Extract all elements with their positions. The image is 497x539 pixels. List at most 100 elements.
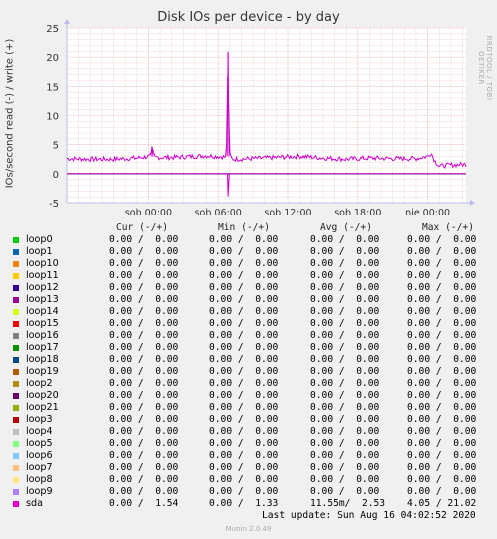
legend-swatch	[13, 273, 19, 279]
y-tick-label: 15	[46, 82, 59, 93]
legend-name: loop13	[26, 294, 59, 305]
x-tick-label: sob 18:00	[334, 208, 381, 215]
legend-row: loop7 0.00 / 0.00 0.00 / 0.00 0.00 / 0.00 0.…	[10, 462, 490, 474]
legend-max: 0.00 / 0.00	[407, 462, 477, 473]
legend-swatch	[13, 369, 19, 375]
legend-max: 0.00 / 0.00	[407, 246, 477, 257]
legend-max: 0.00 / 0.00	[407, 330, 477, 341]
legend-max: 0.00 / 0.00	[407, 414, 477, 425]
legend-swatch	[13, 453, 19, 459]
legend-avg: 0.00 / 0.00	[310, 246, 380, 257]
legend-min: 0.00 / 0.00	[209, 306, 279, 317]
legend-name: loop15	[26, 318, 59, 329]
legend-cur: 0.00 / 0.00	[109, 246, 179, 257]
y-axis-label: IOs/second read (-) / write (+)	[4, 38, 16, 189]
x-tick-label: nie 00:00	[405, 208, 450, 215]
legend-row: loop20 0.00 / 0.00 0.00 / 0.00 0.00 / 0.00 0…	[10, 390, 490, 402]
legend-name: loop3	[26, 414, 53, 425]
legend-cur: 0.00 / 0.00	[109, 294, 179, 305]
legend-cur: 0.00 / 0.00	[109, 234, 179, 245]
legend-min: 0.00 / 0.00	[209, 366, 279, 377]
legend-swatch	[13, 501, 19, 507]
legend-cur: 0.00 / 0.00	[109, 330, 179, 341]
legend-max: 0.00 / 0.00	[407, 450, 477, 461]
legend-max: 0.00 / 0.00	[407, 402, 477, 413]
legend-max: 0.00 / 0.00	[407, 306, 477, 317]
legend-min: 0.00 / 0.00	[209, 234, 279, 245]
last-update: Last update: Sun Aug 16 04:02:52 2020	[262, 510, 476, 521]
legend-name: loop9	[26, 486, 53, 497]
legend-name: loop10	[26, 258, 59, 269]
legend-cur: 0.00 / 0.00	[109, 414, 179, 425]
header-min: Min (-/+)	[218, 222, 270, 233]
legend-cur: 0.00 / 0.00	[109, 378, 179, 389]
legend-max: 0.00 / 0.00	[407, 426, 477, 437]
legend-swatch	[13, 429, 19, 435]
chart-title: Disk IOs per device - by day	[157, 10, 340, 25]
legend-max: 0.00 / 0.00	[407, 474, 477, 485]
legend-max: 0.00 / 0.00	[407, 354, 477, 365]
legend-avg: 0.00 / 0.00	[310, 354, 380, 365]
x-tick-label: sob 00:00	[125, 208, 172, 215]
legend-min: 0.00 / 0.00	[209, 282, 279, 293]
legend-row: sda 0.00 / 1.54 0.00 / 1.33 11.55m/ 2.53 4.0…	[10, 498, 490, 510]
legend-max: 0.00 / 0.00	[407, 258, 477, 269]
legend-name: loop4	[26, 426, 53, 437]
legend-min: 0.00 / 0.00	[209, 474, 279, 485]
legend-min: 0.00 / 0.00	[209, 378, 279, 389]
legend-row: loop16 0.00 / 0.00 0.00 / 0.00 0.00 / 0.00 0…	[10, 330, 490, 342]
legend-cur: 0.00 / 0.00	[109, 474, 179, 485]
legend-max: 4.05 / 21.02	[407, 498, 477, 509]
legend-swatch	[13, 309, 19, 315]
legend-cur: 0.00 / 0.00	[109, 282, 179, 293]
legend-min: 0.00 / 1.33	[209, 498, 279, 509]
legend-row: loop19 0.00 / 0.00 0.00 / 0.00 0.00 / 0.00 0…	[10, 366, 490, 378]
legend-row: loop6 0.00 / 0.00 0.00 / 0.00 0.00 / 0.00 0.…	[10, 450, 490, 462]
legend-swatch	[13, 405, 19, 411]
x-axis-ticks: sob 00:00 sob 06:00 sob 12:00 sob 18:00 nie …	[125, 208, 450, 215]
header-avg: Avg (-/+)	[320, 222, 372, 233]
legend-name: loop16	[26, 330, 59, 341]
legend-row: loop4 0.00 / 0.00 0.00 / 0.00 0.00 / 0.00 0.…	[10, 426, 490, 438]
legend-cur: 0.00 / 0.00	[109, 390, 179, 401]
legend-swatch	[13, 237, 19, 243]
legend-swatch	[13, 393, 19, 399]
legend-name: loop1	[26, 246, 53, 257]
legend: Cur (-/+) Min (-/+) Avg (-/+) Max (-/+) …	[10, 222, 490, 510]
legend-swatch	[13, 333, 19, 339]
legend-cur: 0.00 / 0.00	[109, 402, 179, 413]
y-tick-label: 25	[46, 24, 59, 35]
legend-max: 0.00 / 0.00	[407, 282, 477, 293]
legend-swatch	[13, 261, 19, 267]
legend-swatch	[13, 477, 19, 483]
legend-avg: 0.00 / 0.00	[310, 282, 380, 293]
legend-swatch	[13, 465, 19, 471]
legend-row: loop1 0.00 / 0.00 0.00 / 0.00 0.00 / 0.00 0.…	[10, 246, 490, 258]
legend-row: loop14 0.00 / 0.00 0.00 / 0.00 0.00 / 0.00 0…	[10, 306, 490, 318]
legend-min: 0.00 / 0.00	[209, 414, 279, 425]
legend-avg: 0.00 / 0.00	[310, 450, 380, 461]
legend-min: 0.00 / 0.00	[209, 450, 279, 461]
legend-row: loop13 0.00 / 0.00 0.00 / 0.00 0.00 / 0.00 0…	[10, 294, 490, 306]
legend-row: loop10 0.00 / 0.00 0.00 / 0.00 0.00 / 0.00 0…	[10, 258, 490, 270]
legend-min: 0.00 / 0.00	[209, 426, 279, 437]
legend-avg: 0.00 / 0.00	[310, 330, 380, 341]
legend-row: loop11 0.00 / 0.00 0.00 / 0.00 0.00 / 0.00 0…	[10, 270, 490, 282]
legend-row: loop15 0.00 / 0.00 0.00 / 0.00 0.00 / 0.00 0…	[10, 318, 490, 330]
y-axis-ticks: -5 0 5 10 15 20 25	[46, 24, 59, 210]
legend-avg: 0.00 / 0.00	[310, 234, 380, 245]
x-tick-label: sob 06:00	[195, 208, 242, 215]
legend-min: 0.00 / 0.00	[209, 402, 279, 413]
legend-min: 0.00 / 0.00	[209, 342, 279, 353]
legend-name: loop12	[26, 282, 59, 293]
legend-cur: 0.00 / 0.00	[109, 342, 179, 353]
legend-cur: 0.00 / 0.00	[109, 426, 179, 437]
legend-cur: 0.00 / 0.00	[109, 486, 179, 497]
rrdtool-credit: RRDTOOL / TOBI OETIKER	[477, 35, 493, 101]
legend-min: 0.00 / 0.00	[209, 354, 279, 365]
legend-cur: 0.00 / 1.54	[109, 498, 179, 509]
legend-name: loop6	[26, 450, 53, 461]
legend-avg: 0.00 / 0.00	[310, 366, 380, 377]
x-tick-label: sob 12:00	[264, 208, 311, 215]
legend-max: 0.00 / 0.00	[407, 318, 477, 329]
